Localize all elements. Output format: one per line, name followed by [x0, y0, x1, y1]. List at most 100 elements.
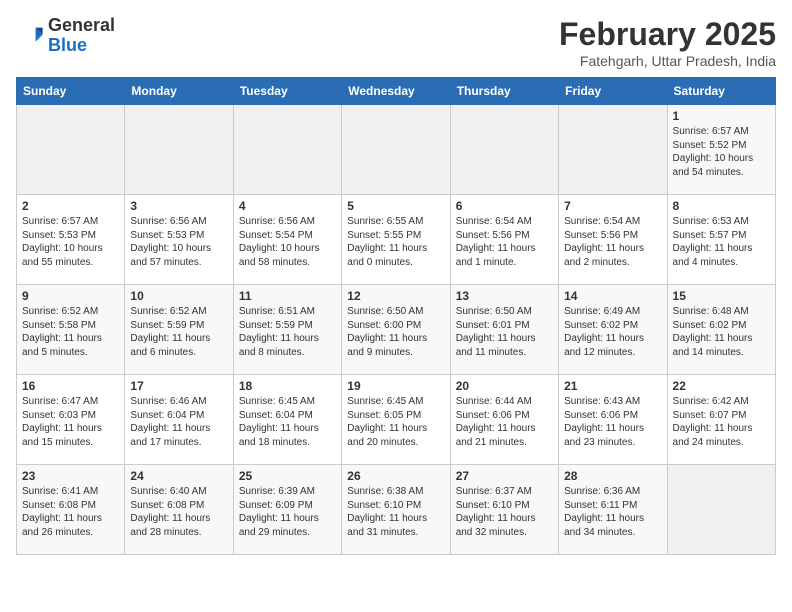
day-number: 28 — [564, 469, 661, 483]
calendar-cell: 12Sunrise: 6:50 AM Sunset: 6:00 PM Dayli… — [342, 285, 450, 375]
calendar-cell: 24 Sunrise: 6:40 AM Sunset: 6:08 PM Dayli… — [125, 465, 233, 555]
day-info: Sunrise: 6:49 AM Sunset: 6:02 PM Dayligh… — [564, 305, 661, 359]
calendar-cell: 22 Sunrise: 6:42 AM Sunset: 6:07 PM Dayli… — [667, 375, 775, 465]
day-number: 27 — [456, 469, 553, 483]
day-info: Sunrise: 6:37 AM Sunset: 6:10 PM Dayligh… — [456, 485, 553, 539]
calendar-week-row: 1 Sunrise: 6:57 AM Sunset: 5:52 PM Daylig… — [17, 105, 776, 195]
day-number: 5 — [347, 199, 444, 213]
calendar-cell: 2 Sunrise: 6:57 AM Sunset: 5:53 PM Daylig… — [17, 195, 125, 285]
logo-blue-text: Blue — [48, 35, 87, 55]
calendar-week-row: 2 Sunrise: 6:57 AM Sunset: 5:53 PM Daylig… — [17, 195, 776, 285]
day-info: Sunrise: 6:56 AM Sunset: 5:54 PM Dayligh… — [239, 215, 336, 269]
day-info: Sunrise: 6:38 AM Sunset: 6:10 PM Dayligh… — [347, 485, 444, 539]
day-info: Sunrise: 6:36 AM Sunset: 6:11 PM Dayligh… — [564, 485, 661, 539]
day-info: Sunrise: 6:42 AM Sunset: 6:07 PM Dayligh… — [673, 395, 770, 449]
weekday-header: Tuesday — [233, 78, 341, 105]
location-subtitle: Fatehgarh, Uttar Pradesh, India — [559, 53, 776, 69]
logo: General Blue — [16, 16, 115, 56]
day-number: 10 — [130, 289, 227, 303]
day-info: Sunrise: 6:57 AM Sunset: 5:53 PM Dayligh… — [22, 215, 119, 269]
day-number: 8 — [673, 199, 770, 213]
day-number: 24 — [130, 469, 227, 483]
calendar-table: SundayMondayTuesdayWednesdayThursdayFrid… — [16, 77, 776, 555]
day-info: Sunrise: 6:47 AM Sunset: 6:03 PM Dayligh… — [22, 395, 119, 449]
day-info: Sunrise: 6:44 AM Sunset: 6:06 PM Dayligh… — [456, 395, 553, 449]
day-number: 7 — [564, 199, 661, 213]
month-title: February 2025 — [559, 16, 776, 53]
weekday-header: Monday — [125, 78, 233, 105]
day-number: 3 — [130, 199, 227, 213]
day-number: 4 — [239, 199, 336, 213]
calendar-week-row: 9 Sunrise: 6:52 AM Sunset: 5:58 PM Daylig… — [17, 285, 776, 375]
day-number: 13 — [456, 289, 553, 303]
calendar-cell: 11Sunrise: 6:51 AM Sunset: 5:59 PM Dayli… — [233, 285, 341, 375]
day-number: 16 — [22, 379, 119, 393]
day-number: 1 — [673, 109, 770, 123]
title-block: February 2025 Fatehgarh, Uttar Pradesh, … — [559, 16, 776, 69]
calendar-cell: 17Sunrise: 6:46 AM Sunset: 6:04 PM Dayli… — [125, 375, 233, 465]
calendar-cell: 13 Sunrise: 6:50 AM Sunset: 6:01 PM Dayli… — [450, 285, 558, 375]
calendar-week-row: 16 Sunrise: 6:47 AM Sunset: 6:03 PM Dayli… — [17, 375, 776, 465]
logo-text: General Blue — [48, 16, 115, 56]
day-number: 23 — [22, 469, 119, 483]
calendar-cell: 16 Sunrise: 6:47 AM Sunset: 6:03 PM Dayli… — [17, 375, 125, 465]
day-info: Sunrise: 6:41 AM Sunset: 6:08 PM Dayligh… — [22, 485, 119, 539]
day-info: Sunrise: 6:43 AM Sunset: 6:06 PM Dayligh… — [564, 395, 661, 449]
calendar-week-row: 23 Sunrise: 6:41 AM Sunset: 6:08 PM Dayli… — [17, 465, 776, 555]
day-info: Sunrise: 6:52 AM Sunset: 5:58 PM Dayligh… — [22, 305, 119, 359]
calendar-cell: 27 Sunrise: 6:37 AM Sunset: 6:10 PM Dayli… — [450, 465, 558, 555]
day-info: Sunrise: 6:55 AM Sunset: 5:55 PM Dayligh… — [347, 215, 444, 269]
day-info: Sunrise: 6:48 AM Sunset: 6:02 PM Dayligh… — [673, 305, 770, 359]
calendar-cell — [342, 105, 450, 195]
calendar-cell — [17, 105, 125, 195]
day-info: Sunrise: 6:50 AM Sunset: 6:01 PM Dayligh… — [456, 305, 553, 359]
calendar-cell: 20 Sunrise: 6:44 AM Sunset: 6:06 PM Dayli… — [450, 375, 558, 465]
day-number: 2 — [22, 199, 119, 213]
calendar-cell: 3 Sunrise: 6:56 AM Sunset: 5:53 PM Daylig… — [125, 195, 233, 285]
calendar-cell: 19 Sunrise: 6:45 AM Sunset: 6:05 PM Dayli… — [342, 375, 450, 465]
calendar-cell: 23 Sunrise: 6:41 AM Sunset: 6:08 PM Dayli… — [17, 465, 125, 555]
day-number: 12 — [347, 289, 444, 303]
calendar-cell: 8 Sunrise: 6:53 AM Sunset: 5:57 PM Daylig… — [667, 195, 775, 285]
day-number: 20 — [456, 379, 553, 393]
day-info: Sunrise: 6:45 AM Sunset: 6:04 PM Dayligh… — [239, 395, 336, 449]
calendar-cell: 14Sunrise: 6:49 AM Sunset: 6:02 PM Dayli… — [559, 285, 667, 375]
calendar-cell: 9 Sunrise: 6:52 AM Sunset: 5:58 PM Daylig… — [17, 285, 125, 375]
calendar-cell: 18Sunrise: 6:45 AM Sunset: 6:04 PM Dayli… — [233, 375, 341, 465]
calendar-cell: 21 Sunrise: 6:43 AM Sunset: 6:06 PM Dayli… — [559, 375, 667, 465]
day-info: Sunrise: 6:52 AM Sunset: 5:59 PM Dayligh… — [130, 305, 227, 359]
logo-general-text: General — [48, 15, 115, 35]
calendar-cell: 6 Sunrise: 6:54 AM Sunset: 5:56 PM Daylig… — [450, 195, 558, 285]
weekday-header-row: SundayMondayTuesdayWednesdayThursdayFrid… — [17, 78, 776, 105]
day-info: Sunrise: 6:54 AM Sunset: 5:56 PM Dayligh… — [564, 215, 661, 269]
weekday-header: Sunday — [17, 78, 125, 105]
day-number: 21 — [564, 379, 661, 393]
day-number: 9 — [22, 289, 119, 303]
weekday-header: Friday — [559, 78, 667, 105]
day-info: Sunrise: 6:54 AM Sunset: 5:56 PM Dayligh… — [456, 215, 553, 269]
day-number: 25 — [239, 469, 336, 483]
day-number: 19 — [347, 379, 444, 393]
day-number: 22 — [673, 379, 770, 393]
calendar-cell: 26 Sunrise: 6:38 AM Sunset: 6:10 PM Dayli… — [342, 465, 450, 555]
day-number: 17 — [130, 379, 227, 393]
calendar-cell — [125, 105, 233, 195]
calendar-cell: 15Sunrise: 6:48 AM Sunset: 6:02 PM Dayli… — [667, 285, 775, 375]
weekday-header: Wednesday — [342, 78, 450, 105]
day-number: 26 — [347, 469, 444, 483]
calendar-cell — [450, 105, 558, 195]
weekday-header: Thursday — [450, 78, 558, 105]
day-info: Sunrise: 6:51 AM Sunset: 5:59 PM Dayligh… — [239, 305, 336, 359]
calendar-cell: 25 Sunrise: 6:39 AM Sunset: 6:09 PM Dayli… — [233, 465, 341, 555]
day-info: Sunrise: 6:53 AM Sunset: 5:57 PM Dayligh… — [673, 215, 770, 269]
day-info: Sunrise: 6:45 AM Sunset: 6:05 PM Dayligh… — [347, 395, 444, 449]
day-info: Sunrise: 6:39 AM Sunset: 6:09 PM Dayligh… — [239, 485, 336, 539]
day-info: Sunrise: 6:56 AM Sunset: 5:53 PM Dayligh… — [130, 215, 227, 269]
day-info: Sunrise: 6:57 AM Sunset: 5:52 PM Dayligh… — [673, 125, 770, 179]
day-info: Sunrise: 6:40 AM Sunset: 6:08 PM Dayligh… — [130, 485, 227, 539]
weekday-header: Saturday — [667, 78, 775, 105]
calendar-cell — [233, 105, 341, 195]
page-header: General Blue February 2025 Fatehgarh, Ut… — [16, 16, 776, 69]
day-number: 6 — [456, 199, 553, 213]
calendar-cell: 1 Sunrise: 6:57 AM Sunset: 5:52 PM Daylig… — [667, 105, 775, 195]
